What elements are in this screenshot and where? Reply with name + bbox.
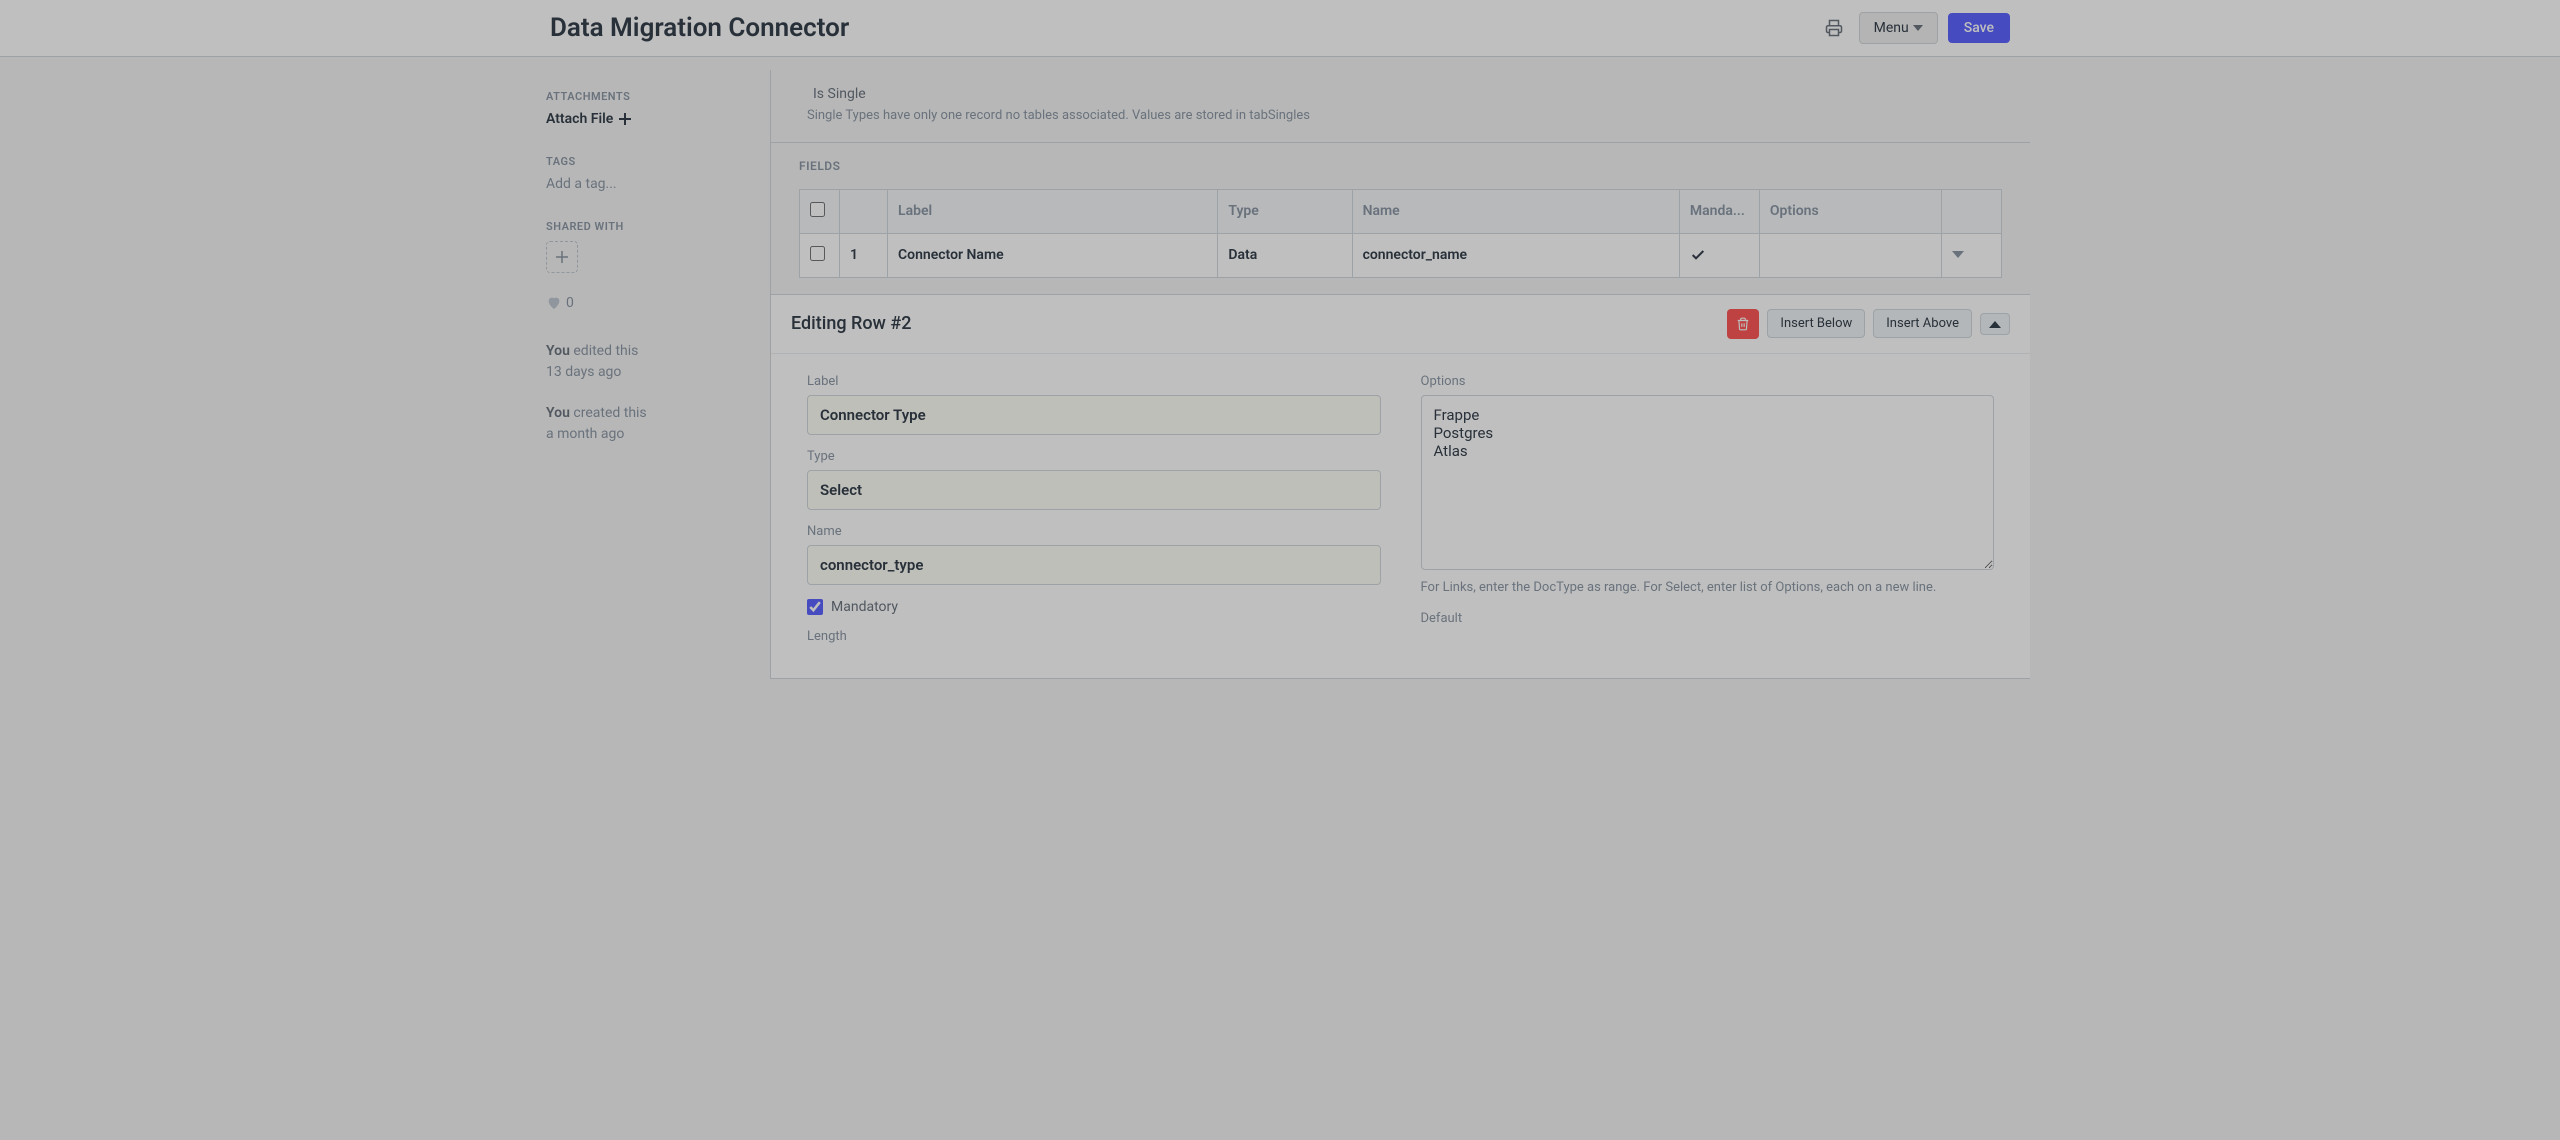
row-editor-title: Editing Row #2 xyxy=(791,313,911,334)
like-count: 0 xyxy=(566,295,574,311)
length-field-label: Length xyxy=(807,629,1381,644)
label-input[interactable] xyxy=(807,395,1381,435)
default-field-label: Default xyxy=(1421,611,1995,626)
col-options: Options xyxy=(1759,189,1941,233)
insert-below-button[interactable]: Insert Below xyxy=(1767,309,1865,338)
mandatory-label: Mandatory xyxy=(831,599,898,615)
select-all-checkbox[interactable] xyxy=(810,202,825,217)
type-select[interactable] xyxy=(807,470,1381,510)
mandatory-checkbox[interactable] xyxy=(807,599,823,615)
shared-with-heading: SHARED WITH xyxy=(546,220,754,233)
caret-down-icon xyxy=(1913,25,1923,31)
label-field-label: Label xyxy=(807,374,1381,389)
trash-icon xyxy=(1736,316,1750,332)
col-label: Label xyxy=(888,189,1218,233)
col-mandatory: Manda... xyxy=(1679,189,1759,233)
plus-icon xyxy=(556,251,568,263)
options-textarea[interactable]: Frappe Postgres Atlas xyxy=(1421,395,1995,570)
caret-up-icon xyxy=(1989,320,2001,328)
tag-input[interactable]: Add a tag... xyxy=(546,176,754,192)
options-field-label: Options xyxy=(1421,374,1995,389)
is-single-help: Single Types have only one record no tab… xyxy=(807,106,1327,126)
timeline-edited: You edited this 13 days ago xyxy=(546,341,754,383)
attach-file-button[interactable]: Attach File xyxy=(546,111,754,127)
timeline-created: You created this a month ago xyxy=(546,403,754,445)
fields-table: Label Type Name Manda... Options 1 Conne… xyxy=(799,189,2002,278)
attachments-heading: ATTACHMENTS xyxy=(546,90,754,103)
row-mandatory-cell xyxy=(1679,233,1759,277)
page-title: Data Migration Connector xyxy=(550,13,849,43)
is-single-label: Is Single xyxy=(813,86,866,102)
col-name: Name xyxy=(1352,189,1679,233)
menu-button[interactable]: Menu xyxy=(1859,12,1938,44)
row-name-cell: connector_name xyxy=(1352,233,1679,277)
delete-row-button[interactable] xyxy=(1727,309,1759,339)
printer-icon xyxy=(1825,19,1843,37)
like-button[interactable]: 0 xyxy=(546,295,754,311)
add-share-button[interactable] xyxy=(546,241,578,273)
row-expand-icon[interactable] xyxy=(1952,251,1991,259)
table-row[interactable]: 1 Connector Name Data connector_name xyxy=(800,233,2002,277)
plus-icon xyxy=(619,113,631,125)
collapse-row-button[interactable] xyxy=(1980,313,2010,335)
name-field-label: Name xyxy=(807,524,1381,539)
row-label-cell: Connector Name xyxy=(888,233,1218,277)
heart-icon xyxy=(546,295,562,311)
row-editor-panel: Editing Row #2 Insert Below Insert Above xyxy=(771,294,2030,679)
insert-above-button[interactable]: Insert Above xyxy=(1873,309,1972,338)
tags-heading: TAGS xyxy=(546,155,754,168)
save-button[interactable]: Save xyxy=(1948,13,2010,43)
col-type: Type xyxy=(1218,189,1352,233)
row-type-cell: Data xyxy=(1218,233,1352,277)
row-select-checkbox[interactable] xyxy=(810,246,825,261)
print-button[interactable] xyxy=(1819,13,1849,43)
type-field-label: Type xyxy=(807,449,1381,464)
options-help: For Links, enter the DocType as range. F… xyxy=(1421,578,1995,598)
fields-heading: FIELDS xyxy=(799,159,2002,173)
name-input[interactable] xyxy=(807,545,1381,585)
